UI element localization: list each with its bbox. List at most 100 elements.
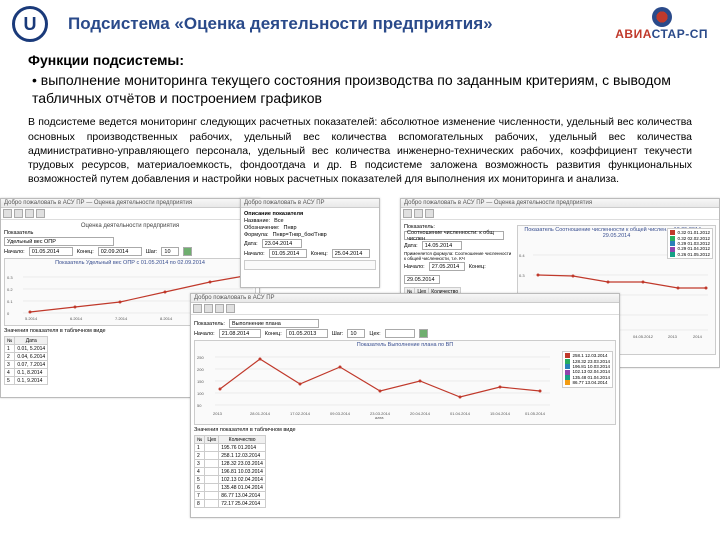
table-row: 6135.48 01.04.2014 <box>195 484 266 492</box>
date-to-input[interactable]: 01.05.2013 <box>286 329 328 338</box>
tool-icon[interactable] <box>25 209 34 218</box>
functions-subtitle: Функции подсистемы: <box>28 52 692 68</box>
logo-letter: U <box>24 14 37 35</box>
window-title: Добро пожаловать в АСУ ПР — Оценка деяте… <box>1 199 259 208</box>
svg-text:150: 150 <box>197 379 204 384</box>
run-button[interactable] <box>183 247 192 256</box>
label-step: Шаг: <box>146 249 158 255</box>
svg-text:0.4: 0.4 <box>519 253 525 258</box>
tool-icon[interactable] <box>226 304 235 313</box>
svg-text:0.2: 0.2 <box>7 287 13 292</box>
label-to: Конец: <box>77 249 94 255</box>
content-block: Функции подсистемы: выполнение мониторин… <box>0 48 720 192</box>
tool-icon[interactable] <box>36 209 45 218</box>
date-from-input[interactable]: 21.08.2014 <box>219 329 261 338</box>
chart-legend: 258.1 12.03.2014 128.32 23.03.2014 196.8… <box>562 351 613 387</box>
svg-text:01.05.2014: 01.05.2014 <box>525 411 546 416</box>
section-label: Оценка деятельности предприятия <box>4 223 256 229</box>
window-title: Добро пожаловать в АСУ ПР <box>241 199 379 208</box>
svg-text:200: 200 <box>197 367 204 372</box>
svg-text:дата: дата <box>375 415 384 419</box>
label-indicator: Показатель <box>4 230 33 236</box>
svg-text:2013: 2013 <box>213 411 223 416</box>
svg-text:28.01.2014: 28.01.2014 <box>250 411 271 416</box>
panel-plan: Добро пожаловать в АСУ ПР Показатель: Вы… <box>190 293 620 518</box>
table-row: 4196.81 10.03.2014 <box>195 468 266 476</box>
label-from: Начало: <box>4 249 25 255</box>
window-title: Добро пожаловать в АСУ ПР <box>191 294 619 303</box>
panel-indicator-desc: Добро пожаловать в АСУ ПР Описание показ… <box>240 198 380 288</box>
svg-text:250: 250 <box>197 355 204 360</box>
line-chart-plan: 250 200 150 100 50 2013 28.01.2014 17.02… <box>195 349 615 419</box>
description-paragraph: В подсистеме ведется мониторинг следующи… <box>28 115 692 186</box>
table-row: 20.04, 6.2014 <box>5 353 48 361</box>
slide-title: Подсистема «Оценка деятельности предприя… <box>68 14 605 34</box>
label-indicator: Показатель: <box>194 321 225 327</box>
indicator-select[interactable]: Соотношение численности: к общ числен <box>404 231 504 240</box>
table-row: 786.77 13.04.2014 <box>195 492 266 500</box>
shop-input[interactable] <box>385 329 415 338</box>
slide-header: U Подсистема «Оценка деятельности предпр… <box>0 0 720 48</box>
aviastar-icon <box>652 7 672 27</box>
svg-text:7.2014: 7.2014 <box>115 316 128 321</box>
svg-text:17.02.2014: 17.02.2014 <box>290 411 311 416</box>
chart-title: Показатель Выполнение плана по ВП <box>195 341 615 349</box>
indicator-select[interactable]: Выполнение плана <box>229 319 319 328</box>
aviastar-text: АВИАСТАР-СП <box>615 27 708 41</box>
table-row: 30.07, 7.2014 <box>5 361 48 369</box>
table-row: 2258.1 12.03.2014 <box>195 452 266 460</box>
step-input[interactable]: 10 <box>347 329 365 338</box>
svg-text:6.2014: 6.2014 <box>70 316 83 321</box>
tool-icon[interactable] <box>215 304 224 313</box>
tool-icon[interactable] <box>193 304 202 313</box>
date-input[interactable]: 14.05.2014 <box>422 241 462 250</box>
aviastar-logo: АВИАСТАР-СП <box>615 7 708 41</box>
svg-text:0.3: 0.3 <box>519 273 525 278</box>
tool-icon[interactable] <box>204 304 213 313</box>
svg-text:2014: 2014 <box>693 334 703 339</box>
window-title: Добро пожаловать в АСУ ПР — Оценка деяте… <box>401 199 719 208</box>
tool-icon[interactable] <box>14 209 23 218</box>
date-from-input[interactable]: 01.05.2014 <box>29 247 73 256</box>
section-title: Описание показателя <box>244 211 376 217</box>
svg-text:09.03.2014: 09.03.2014 <box>330 411 351 416</box>
date-input[interactable]: 23.04.2014 <box>262 239 302 248</box>
svg-text:20.04.2014: 20.04.2014 <box>410 411 431 416</box>
svg-text:5.2014: 5.2014 <box>25 316 38 321</box>
date-from-input[interactable]: 27.05.2014 <box>429 262 465 271</box>
screenshots-collage: Добро пожаловать в АСУ ПР — Оценка деяте… <box>0 198 720 518</box>
svg-text:0.3: 0.3 <box>7 275 13 280</box>
svg-text:2013: 2013 <box>668 334 678 339</box>
svg-text:01.04.2014: 01.04.2014 <box>450 411 471 416</box>
svg-text:0: 0 <box>7 311 10 316</box>
date-to-input[interactable]: 25.04.2014 <box>332 249 370 258</box>
table-row: 872.17 25.04.2014 <box>195 500 266 508</box>
tool-icon[interactable] <box>403 209 412 218</box>
function-bullet: выполнение мониторинга текущего состояни… <box>32 71 692 107</box>
table-row: 5102.13 02.04.2014 <box>195 476 266 484</box>
values-table: №Дата 10.01, 5.2014 20.04, 6.2014 30.07,… <box>4 336 48 385</box>
tool-icon[interactable] <box>414 209 423 218</box>
values-table: №ЦехКоличество 1195.76 01.2014 2258.1 12… <box>194 435 266 508</box>
indicator-select[interactable]: Удельный вес ОПР <box>4 237 114 246</box>
toolbar <box>401 208 719 220</box>
toolbar <box>191 303 619 315</box>
chart-legend: 0.32 01.01.2012 0.32 02.02.2012 0.29 01.… <box>667 228 713 259</box>
date-to-input[interactable]: 29.05.2014 <box>404 275 440 284</box>
table-row: 40.1, 8.2014 <box>5 369 48 377</box>
svg-text:50: 50 <box>197 403 202 408</box>
table-row: 50.1, 9.2014 <box>5 377 48 385</box>
step-input[interactable]: 10 <box>161 247 179 256</box>
chart-title: Показатель Удельный вес ОПР с 01.05.2014… <box>5 259 255 267</box>
svg-text:04.05.2012: 04.05.2012 <box>633 334 654 339</box>
table-row: 1195.76 01.2014 <box>195 444 266 452</box>
tool-icon[interactable] <box>425 209 434 218</box>
table-row: 3128.32 23.03.2014 <box>195 460 266 468</box>
date-to-input[interactable]: 02.09.2014 <box>98 247 142 256</box>
date-from-input[interactable]: 01.05.2014 <box>269 249 307 258</box>
university-logo: U <box>12 6 48 42</box>
run-button[interactable] <box>419 329 428 338</box>
tool-icon[interactable] <box>3 209 12 218</box>
svg-text:100: 100 <box>197 391 204 396</box>
table-row: 10.01, 5.2014 <box>5 345 48 353</box>
